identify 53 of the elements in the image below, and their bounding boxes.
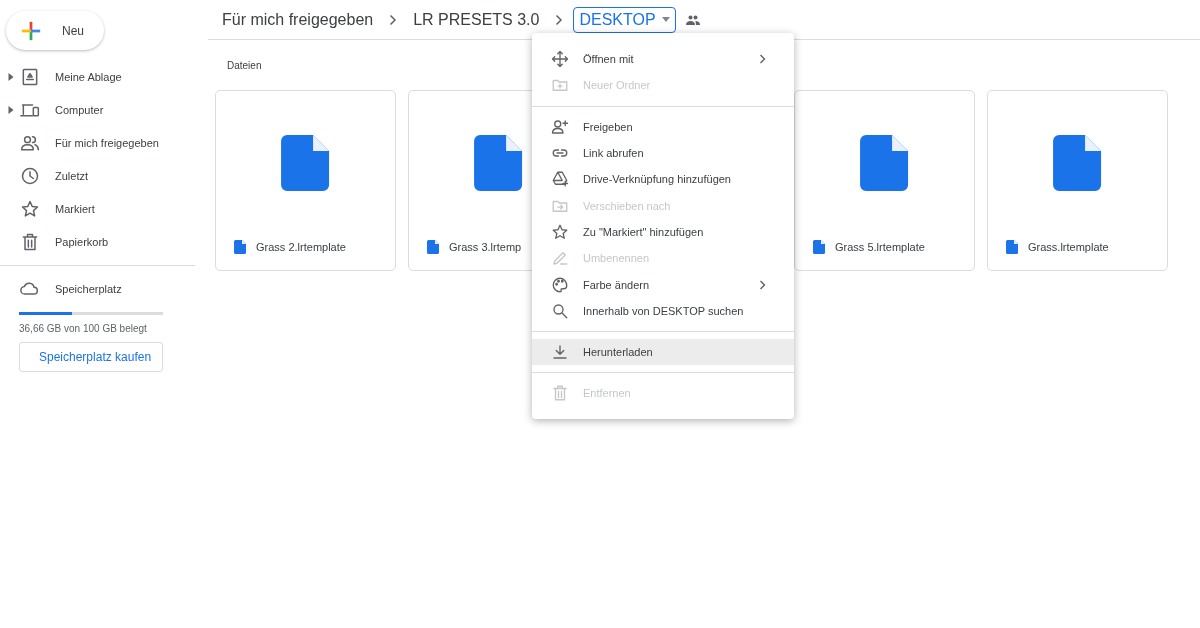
chevron-icon: [389, 13, 398, 26]
sidebar-item[interactable]: Zuletzt: [0, 159, 208, 192]
file-card[interactable]: Grass 5.lrtemplate: [794, 90, 975, 271]
trash-icon: [551, 384, 569, 403]
trash-icon: [20, 231, 40, 252]
clock-icon: [20, 165, 40, 186]
drive-icon: [20, 66, 40, 87]
sidebar-item[interactable]: Meine Ablage: [0, 60, 208, 93]
section-title: Dateien: [227, 60, 263, 71]
file-name: Grass 2.lrtemplate: [256, 241, 346, 253]
download-icon: [551, 343, 569, 362]
people-icon[interactable]: [685, 14, 700, 25]
dropdown-icon: [661, 17, 670, 22]
person-plus-icon: [551, 117, 569, 136]
document-icon: [281, 135, 330, 191]
caret-icon[interactable]: [6, 105, 16, 114]
breadcrumb-item[interactable]: DESKTOP: [573, 6, 676, 33]
file-name: Grass 5.lrtemplate: [835, 241, 925, 253]
star-icon: [20, 198, 40, 219]
pencil-icon: [551, 249, 569, 268]
palette-icon: [551, 275, 569, 294]
storage-usage: 36,66 GB von 100 GB belegt: [19, 323, 148, 334]
document-icon: [234, 240, 247, 254]
plus-icon: [20, 19, 42, 42]
menu-item[interactable]: Herunterladen: [532, 338, 794, 366]
storage-item[interactable]: Speicherplatz: [0, 272, 208, 305]
menu-item[interactable]: Innerhalb von DESKTOP suchen: [532, 297, 794, 324]
menu-item[interactable]: Farbe ändern: [532, 271, 794, 298]
document-icon: [813, 240, 826, 254]
sidebar-item[interactable]: Papierkorb: [0, 225, 208, 258]
breadcrumb-item[interactable]: LR PRESETS 3.0: [407, 6, 546, 33]
caret-icon[interactable]: [6, 72, 16, 81]
document-icon: [1006, 240, 1019, 254]
breadcrumb-item[interactable]: Für mich freigegeben: [216, 6, 380, 33]
document-icon: [1053, 135, 1102, 191]
sidebar-item[interactable]: Computer: [0, 93, 208, 126]
document-icon: [427, 240, 440, 254]
search-icon: [551, 301, 569, 320]
document-icon: [474, 135, 523, 191]
file-card[interactable]: Grass.lrtemplate: [987, 90, 1168, 271]
sidebar-item[interactable]: Markiert: [0, 192, 208, 225]
star-icon: [551, 222, 569, 241]
document-icon: [860, 135, 909, 191]
menu-item[interactable]: Öffnen mit: [532, 46, 794, 73]
chevron-icon: [555, 13, 564, 26]
file-name: Grass.lrtemplate: [1028, 241, 1109, 253]
file-card[interactable]: Grass 2.lrtemplate: [215, 90, 396, 271]
buy-storage-button[interactable]: Speicherplatz kaufen: [19, 342, 163, 372]
drive-plus-icon: [551, 170, 569, 189]
move-arrows-icon: [551, 50, 569, 69]
sidebar-item[interactable]: Für mich freigegeben: [0, 126, 208, 159]
new-button[interactable]: Neu: [6, 11, 104, 50]
file-name: Grass 3.lrtemp: [449, 241, 522, 253]
